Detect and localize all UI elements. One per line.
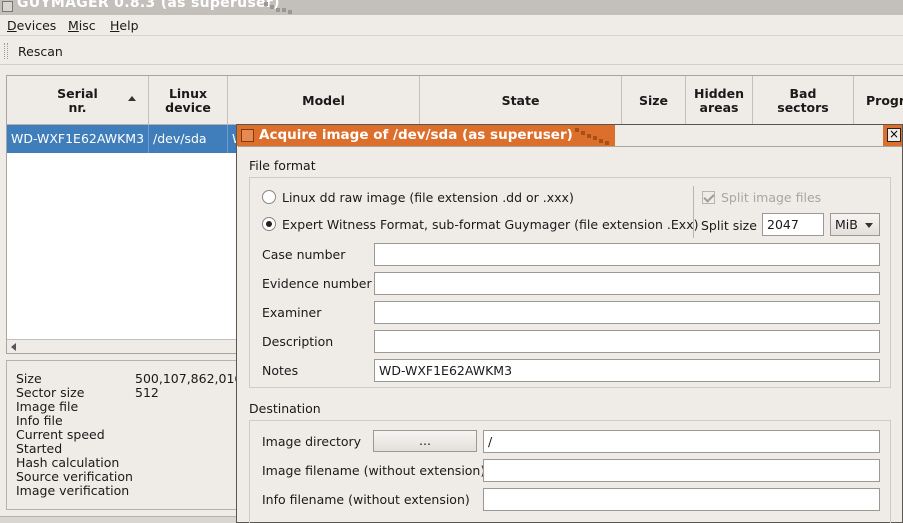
dialog-title: Acquire image of /dev/sda (as superuser) — [259, 127, 573, 143]
dialog-window-menu-icon[interactable] — [241, 129, 254, 142]
examiner-label: Examiner — [262, 305, 322, 320]
cell-serial: WD-WXF1E62AWKM3 — [7, 125, 149, 153]
case-number-input[interactable] — [374, 243, 880, 266]
column-serial[interactable]: Serial nr. — [7, 76, 149, 125]
column-progress[interactable]: Progre — [854, 76, 903, 125]
info-label-current-speed: Current speed — [16, 427, 105, 442]
menu-misc[interactable]: Misc — [68, 18, 96, 33]
examiner-input[interactable] — [374, 301, 880, 324]
evidence-number-input[interactable] — [374, 272, 880, 295]
browse-directory-button[interactable]: ... — [373, 430, 477, 452]
dialog-close-button[interactable]: × — [887, 128, 901, 142]
notes-label: Notes — [262, 363, 299, 378]
info-label-sector-size: Sector size — [16, 385, 85, 400]
split-image-files-checkbox[interactable] — [702, 191, 715, 204]
info-value-size: 500,107,862,016 — [135, 371, 243, 386]
radio-dd-format-label[interactable]: Linux dd raw image (file extension .dd o… — [282, 190, 574, 205]
info-label-started: Started — [16, 441, 63, 456]
radio-ewf-format-label[interactable]: Expert Witness Format, sub-format Guymag… — [282, 217, 698, 232]
menu-bar: Devices Misc Help — [0, 15, 903, 36]
titlebar-decoration-icon — [264, 2, 292, 14]
radio-ewf-format[interactable] — [262, 217, 276, 231]
info-filename-label: Info filename (without extension) — [262, 492, 470, 507]
image-filename-input[interactable] — [483, 459, 880, 482]
table-row[interactable]: WD-WXF1E62AWKM3 /dev/sda W — [7, 125, 239, 153]
file-format-group-label: File format — [249, 158, 316, 173]
dialog-titlebar-right — [615, 125, 883, 146]
description-input[interactable] — [374, 330, 880, 353]
dialog-titlebar: Acquire image of /dev/sda (as superuser)… — [237, 125, 902, 146]
sort-ascending-icon — [128, 96, 136, 101]
destination-group-label: Destination — [249, 401, 321, 416]
window-menu-icon[interactable] — [2, 1, 13, 12]
menu-help[interactable]: Help — [110, 18, 139, 33]
split-image-files-label: Split image files — [721, 190, 822, 205]
column-linux-device[interactable]: Linux device — [149, 76, 228, 125]
rescan-button[interactable]: Rescan — [18, 44, 63, 59]
column-bad-sectors[interactable]: Bad sectors — [753, 76, 854, 125]
split-size-label: Split size — [701, 218, 757, 233]
info-label-image-file: Image file — [16, 399, 79, 414]
info-label-hash-calculation: Hash calculation — [16, 455, 120, 470]
column-size[interactable]: Size — [622, 76, 686, 125]
notes-input[interactable]: WD-WXF1E62AWKM3 — [374, 359, 880, 382]
column-hidden-areas[interactable]: Hidden areas — [686, 76, 753, 125]
info-label-size: Size — [16, 371, 42, 386]
main-window-title: GUYMAGER 0.8.3 (as superuser) — [17, 0, 280, 11]
split-size-input[interactable]: 2047 — [762, 213, 824, 236]
format-separator — [693, 186, 694, 238]
menu-devices[interactable]: Devices — [7, 18, 56, 33]
info-label-source-verification: Source verification — [16, 469, 133, 484]
split-unit-select[interactable]: MiB — [830, 213, 880, 236]
info-label-image-verification: Image verification — [16, 483, 130, 498]
main-window-bottom-edge — [0, 516, 236, 523]
scroll-left-icon[interactable] — [11, 343, 16, 351]
acquire-image-dialog: Acquire image of /dev/sda (as superuser)… — [236, 124, 903, 523]
toolbar: Rescan — [0, 37, 903, 65]
radio-dd-format[interactable] — [262, 190, 276, 204]
description-label: Description — [262, 334, 334, 349]
info-label-info-file: Info file — [16, 413, 63, 428]
image-directory-label: Image directory — [262, 434, 362, 449]
evidence-number-label: Evidence number — [262, 276, 372, 291]
column-model[interactable]: Model — [228, 76, 420, 125]
image-directory-input[interactable]: / — [483, 430, 880, 453]
device-table-header: Serial nr. Linux device Model State Size… — [7, 76, 903, 125]
image-filename-label: Image filename (without extension) — [262, 463, 486, 478]
chevron-down-icon — [865, 223, 873, 228]
dialog-body: File format Linux dd raw image (file ext… — [238, 146, 902, 523]
info-value-sector-size: 512 — [135, 385, 159, 400]
toolbar-handle[interactable] — [4, 43, 8, 59]
column-state[interactable]: State — [420, 76, 622, 125]
info-filename-input[interactable] — [483, 488, 880, 511]
cell-device: /dev/sda — [149, 125, 228, 153]
main-window-titlebar: GUYMAGER 0.8.3 (as superuser) — [0, 0, 903, 15]
dialog-titlebar-decoration-icon — [575, 128, 609, 145]
device-info-panel: Size Sector size Image file Info file Cu… — [6, 360, 246, 510]
case-number-label: Case number — [262, 247, 346, 262]
